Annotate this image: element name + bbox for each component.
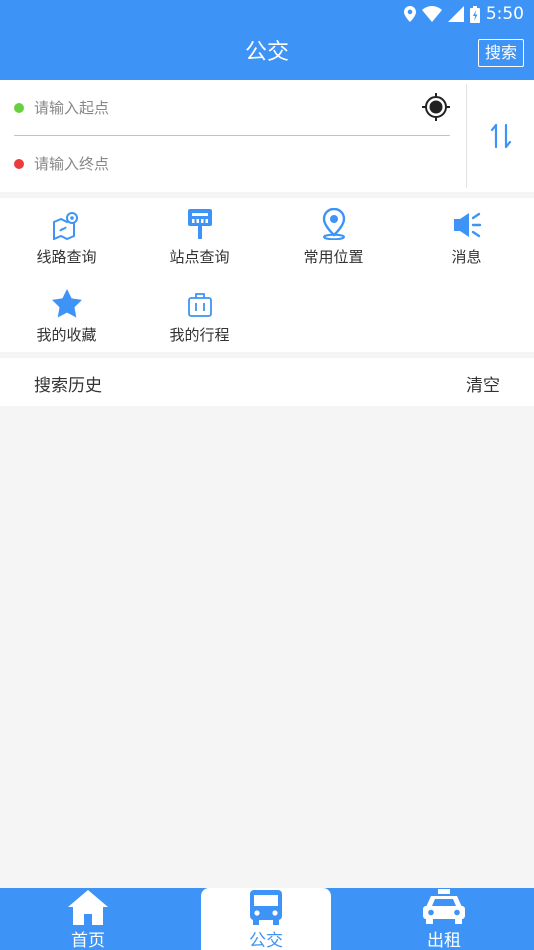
status-bar: 5:50: [0, 0, 534, 28]
menu-item-label: 站点查询: [169, 248, 230, 266]
signal-icon: [447, 6, 464, 22]
status-time: 5:50: [485, 4, 524, 24]
home-icon: [68, 890, 108, 925]
menu-item-label: 消息: [451, 248, 482, 266]
route-input-panel: [0, 80, 534, 192]
star-icon: [51, 289, 82, 318]
bottom-tab-bar: 首页 公交 出租: [0, 888, 534, 950]
page-title: 公交: [244, 40, 289, 65]
menu-item-label: 常用位置: [303, 248, 364, 266]
suitcase-icon: [187, 293, 212, 317]
menu-item-messages[interactable]: 消息: [400, 204, 533, 276]
menu-item-label: 我的行程: [169, 326, 230, 344]
feature-menu: 线路查询 站点查询 常用位置 消息 我的收藏 我的行程: [0, 198, 534, 352]
bus-stop-sign-icon: [187, 209, 212, 239]
route-map-icon: [52, 212, 78, 240]
menu-item-label: 我的收藏: [36, 326, 97, 344]
tab-label: 公交: [249, 931, 283, 950]
tab-label: 出租: [427, 931, 461, 950]
end-dot-icon: [14, 159, 24, 169]
search-button[interactable]: 搜索: [477, 39, 524, 67]
menu-item-label: 线路查询: [36, 248, 97, 266]
wifi-icon: [421, 6, 442, 22]
search-history-header: 搜索历史 清空: [0, 358, 534, 406]
tab-label: 首页: [71, 931, 105, 950]
locate-icon[interactable]: [422, 93, 450, 121]
location-status-icon: [403, 6, 416, 22]
start-point-row: [14, 80, 450, 136]
tab-taxi[interactable]: 出租: [379, 888, 509, 950]
bus-icon: [250, 890, 282, 925]
start-point-input[interactable]: [34, 98, 394, 117]
menu-item-stop-query[interactable]: 站点查询: [133, 204, 266, 276]
search-history-title: 搜索历史: [34, 376, 102, 396]
end-point-row: [14, 136, 450, 192]
menu-item-route-query[interactable]: 线路查询: [0, 204, 133, 276]
taxi-icon: [423, 889, 465, 924]
app-bar: 公交 搜索: [0, 28, 534, 80]
battery-icon: [469, 5, 480, 23]
swap-arrows-icon: [490, 123, 511, 149]
swap-button[interactable]: [466, 84, 534, 188]
start-dot-icon: [14, 102, 24, 113]
megaphone-icon: [453, 212, 481, 238]
tab-home[interactable]: 首页: [23, 888, 153, 950]
tab-bus[interactable]: 公交: [201, 888, 331, 950]
clear-history-button[interactable]: 清空: [466, 371, 500, 396]
menu-item-favorites[interactable]: 我的收藏: [0, 282, 133, 354]
menu-item-my-trips[interactable]: 我的行程: [133, 282, 266, 354]
menu-item-frequent-locations[interactable]: 常用位置: [267, 204, 400, 276]
end-point-input[interactable]: [34, 155, 394, 173]
location-pin-icon: [322, 208, 345, 240]
